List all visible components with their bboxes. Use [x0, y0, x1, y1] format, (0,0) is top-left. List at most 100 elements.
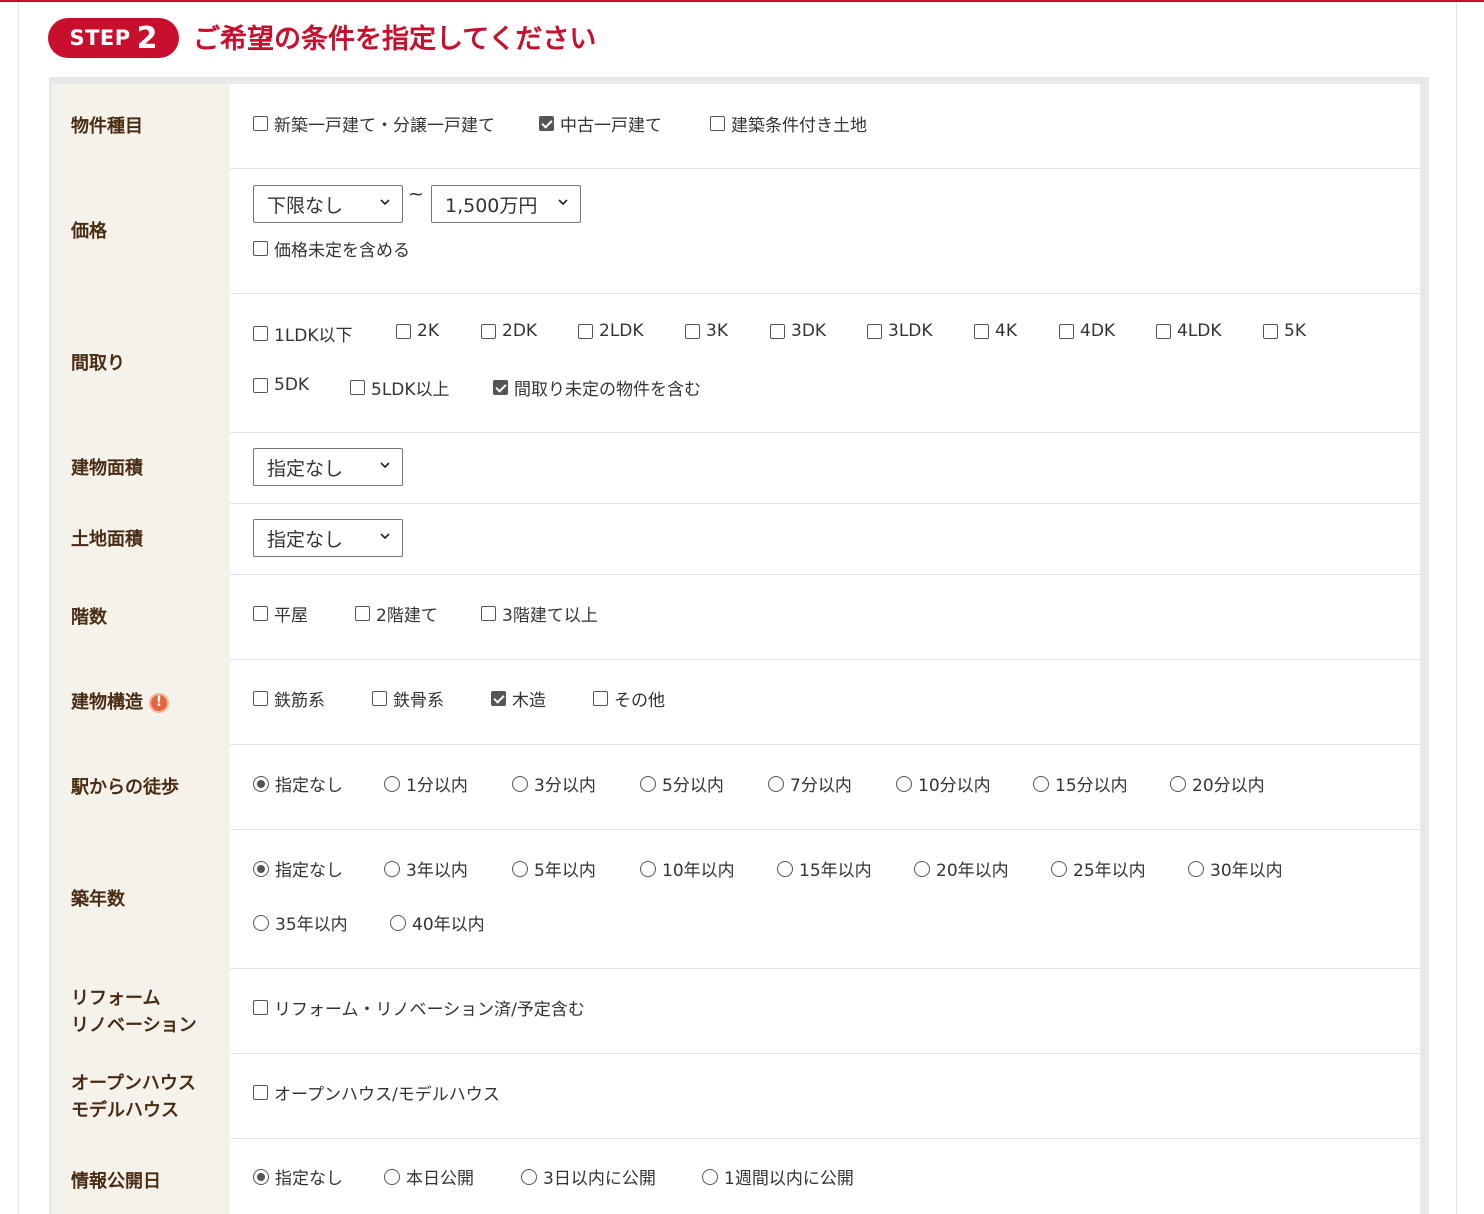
checkbox-price-undetermined[interactable]: 価格未定を含める	[253, 236, 410, 261]
checkbox[interactable]	[253, 1000, 268, 1015]
radio[interactable]	[512, 860, 528, 877]
radio-walk-1min[interactable]: 1分以内	[384, 771, 468, 796]
checkbox-layout-2k[interactable]: 2K	[396, 321, 439, 341]
checkbox[interactable]	[1263, 323, 1278, 339]
checkbox-structure-other[interactable]: その他	[593, 686, 665, 711]
radio-age-any[interactable]: 指定なし	[253, 856, 343, 881]
building-area-select[interactable]: 指定なし	[253, 448, 403, 486]
checkbox[interactable]	[1059, 323, 1074, 339]
radio[interactable]	[384, 775, 400, 792]
radio[interactable]	[768, 775, 784, 792]
checkbox-structure-rc[interactable]: 鉄筋系	[253, 686, 325, 711]
radio[interactable]	[1170, 775, 1186, 792]
checkbox-used-house[interactable]: 中古一戸建て	[539, 111, 662, 136]
radio[interactable]	[702, 1168, 718, 1185]
radio-age-10y[interactable]: 10年以内	[640, 856, 735, 881]
checkbox[interactable]	[350, 380, 365, 395]
checkbox-layout-3dk[interactable]: 3DK	[770, 321, 826, 341]
checkbox-open-house[interactable]: オープンハウス/モデルハウス	[253, 1080, 500, 1105]
checkbox-conditional-land[interactable]: 建築条件付き土地	[710, 111, 867, 136]
radio-published-1week[interactable]: 1週間以内に公開	[702, 1164, 854, 1189]
checkbox[interactable]	[355, 606, 370, 621]
checkbox[interactable]	[770, 323, 785, 339]
radio[interactable]	[384, 1168, 400, 1185]
checkbox-structure-steel[interactable]: 鉄骨系	[372, 686, 444, 711]
radio[interactable]	[390, 914, 406, 931]
radio-walk-7min[interactable]: 7分以内	[768, 771, 852, 796]
checkbox[interactable]	[593, 691, 608, 706]
radio[interactable]	[1033, 775, 1049, 792]
radio-age-40y[interactable]: 40年以内	[390, 910, 485, 935]
checkbox-reform[interactable]: リフォーム・リノベーション済/予定含む	[253, 995, 585, 1020]
checkbox[interactable]	[253, 116, 268, 131]
price-max-select[interactable]: 1,500万円	[431, 185, 581, 223]
radio[interactable]	[914, 860, 930, 877]
radio-published-any[interactable]: 指定なし	[253, 1164, 343, 1189]
radio-walk-3min[interactable]: 3分以内	[512, 771, 596, 796]
radio-walk-any[interactable]: 指定なし	[253, 771, 343, 796]
radio[interactable]	[512, 775, 528, 792]
radio[interactable]	[1051, 860, 1067, 877]
radio-age-30y[interactable]: 30年以内	[1188, 856, 1283, 881]
checkbox-floors-single[interactable]: 平屋	[253, 601, 308, 626]
checkbox[interactable]	[578, 323, 593, 339]
radio-walk-15min[interactable]: 15分以内	[1033, 771, 1128, 796]
checkbox[interactable]	[372, 691, 387, 706]
checkbox-checked[interactable]	[491, 691, 506, 706]
checkbox-layout-5dk[interactable]: 5DK	[253, 375, 309, 395]
checkbox-structure-wood[interactable]: 木造	[491, 686, 546, 711]
checkbox-layout-4ldk[interactable]: 4LDK	[1156, 321, 1222, 341]
checkbox[interactable]	[974, 323, 989, 339]
exclamation-icon[interactable]: !	[149, 692, 169, 713]
radio[interactable]	[253, 914, 269, 931]
radio-selected[interactable]	[253, 860, 269, 877]
radio[interactable]	[1188, 860, 1204, 877]
checkbox-layout-3ldk[interactable]: 3LDK	[867, 321, 933, 341]
checkbox[interactable]	[253, 326, 268, 341]
radio[interactable]	[640, 860, 656, 877]
checkbox[interactable]	[253, 606, 268, 621]
checkbox[interactable]	[253, 691, 268, 706]
checkbox-layout-4dk[interactable]: 4DK	[1059, 321, 1115, 341]
checkbox-floors-three-plus[interactable]: 3階建て以上	[481, 601, 598, 626]
checkbox[interactable]	[481, 606, 496, 621]
radio-age-35y[interactable]: 35年以内	[253, 910, 348, 935]
checkbox[interactable]	[481, 323, 496, 339]
radio[interactable]	[896, 775, 912, 792]
checkbox-layout-2ldk[interactable]: 2LDK	[578, 321, 644, 341]
checkbox-layout-3k[interactable]: 3K	[685, 321, 728, 341]
radio-published-today[interactable]: 本日公開	[384, 1164, 474, 1189]
checkbox-layout-undetermined[interactable]: 間取り未定の物件を含む	[493, 375, 701, 400]
checkbox[interactable]	[685, 323, 700, 339]
radio[interactable]	[521, 1168, 537, 1185]
checkbox-layout-4k[interactable]: 4K	[974, 321, 1017, 341]
radio-age-3y[interactable]: 3年以内	[384, 856, 468, 881]
checkbox-checked[interactable]	[539, 116, 554, 131]
checkbox[interactable]	[867, 323, 882, 339]
checkbox[interactable]	[396, 323, 411, 339]
price-min-select[interactable]: 下限なし	[253, 185, 403, 223]
checkbox-layout-5ldk[interactable]: 5LDK以上	[350, 375, 450, 400]
checkbox-floors-two[interactable]: 2階建て	[355, 601, 438, 626]
checkbox[interactable]	[710, 116, 725, 131]
radio-selected[interactable]	[253, 1168, 269, 1185]
checkbox-new-house[interactable]: 新築一戸建て・分譲一戸建て	[253, 111, 495, 136]
radio-walk-20min[interactable]: 20分以内	[1170, 771, 1265, 796]
checkbox[interactable]	[253, 1085, 268, 1100]
land-area-select[interactable]: 指定なし	[253, 519, 403, 557]
radio-age-25y[interactable]: 25年以内	[1051, 856, 1146, 881]
radio-age-15y[interactable]: 15年以内	[777, 856, 872, 881]
radio-published-3days[interactable]: 3日以内に公開	[521, 1164, 656, 1189]
checkbox[interactable]	[253, 377, 268, 393]
radio[interactable]	[777, 860, 793, 877]
checkbox[interactable]	[1156, 323, 1171, 339]
radio-age-5y[interactable]: 5年以内	[512, 856, 596, 881]
radio-walk-5min[interactable]: 5分以内	[640, 771, 724, 796]
radio-selected[interactable]	[253, 775, 269, 792]
checkbox[interactable]	[253, 241, 268, 256]
radio[interactable]	[640, 775, 656, 792]
checkbox-layout-1ldk[interactable]: 1LDK以下	[253, 321, 353, 346]
checkbox-layout-5k[interactable]: 5K	[1263, 321, 1306, 341]
radio-age-20y[interactable]: 20年以内	[914, 856, 1009, 881]
radio-walk-10min[interactable]: 10分以内	[896, 771, 991, 796]
